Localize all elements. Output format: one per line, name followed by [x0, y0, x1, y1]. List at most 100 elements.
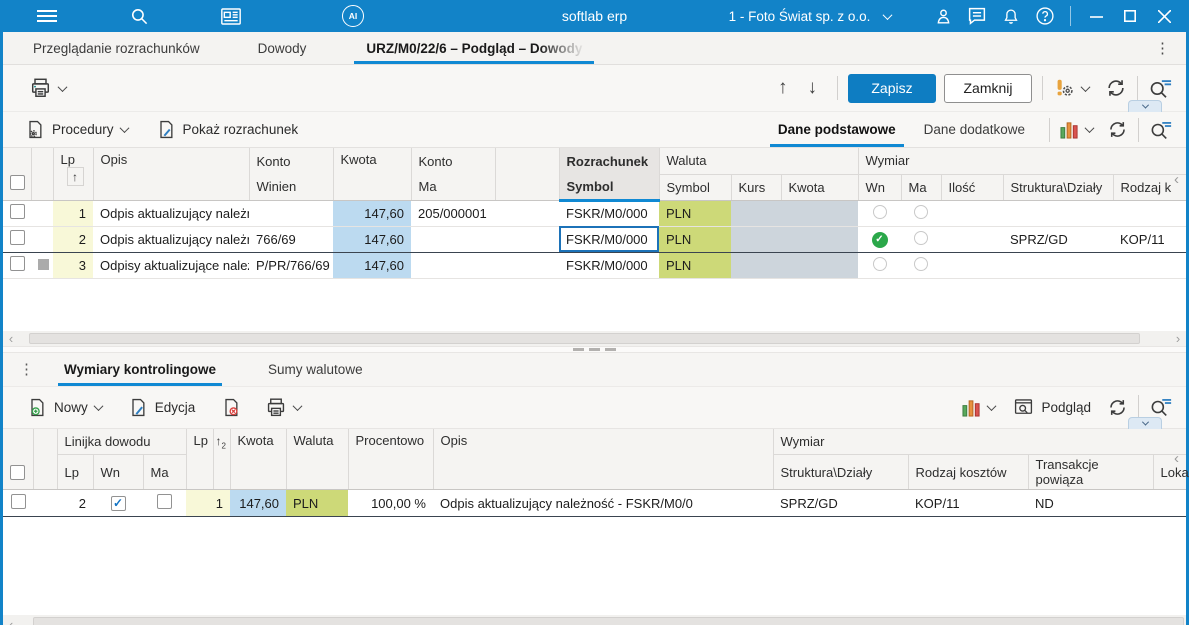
rodzaj-cell[interactable]: KOP/11	[1113, 225, 1186, 253]
row-checkbox-cell[interactable]	[3, 200, 31, 227]
col-header-rozrachunek-symbol[interactable]: Symbol	[558, 174, 659, 202]
struktura-cell[interactable]: SPRZ/GD	[773, 489, 908, 517]
linijka-wn-cell[interactable]: ✓	[93, 489, 143, 517]
procedure-settings-button[interactable]	[1053, 77, 1091, 99]
rodzaj-cell[interactable]	[1113, 200, 1186, 227]
ma-cell[interactable]	[901, 200, 941, 227]
col-header-wn[interactable]: Wn	[857, 174, 901, 201]
dimensions-hscrollbar[interactable]: ‹	[3, 615, 1186, 625]
col-header-waluta[interactable]: Waluta	[285, 428, 348, 490]
move-down-button[interactable]: ↓	[798, 77, 828, 99]
col-header-opis[interactable]: Opis	[432, 428, 773, 490]
documents-hscrollbar[interactable]: ‹ ›	[3, 330, 1186, 346]
panel-splitter-handle[interactable]	[3, 345, 1186, 353]
col-header-struktura[interactable]: Struktura\Działy	[772, 454, 908, 490]
row-checkbox-cell[interactable]	[3, 252, 31, 279]
print-button[interactable]	[29, 77, 68, 99]
search-grid-button[interactable]	[1149, 119, 1172, 141]
scroll-left-arrow[interactable]: ‹	[3, 332, 19, 345]
dimensions-kebab-menu[interactable]: ⋮	[3, 353, 48, 386]
table-row[interactable]: 1 Odpis aktualizujący należno 147,60 205…	[3, 200, 1186, 227]
table-row-selected[interactable]: 2 ✓ 1 147,60 PLN 100,00 % Odpis aktualiz…	[3, 489, 1186, 517]
lp-cell[interactable]: 3	[53, 252, 93, 279]
company-selector[interactable]: 1 - Foto Świat sp. z o.o.	[700, 9, 920, 24]
rozrachunek-cell[interactable]: FSKR/M0/000	[559, 252, 659, 279]
col-header-winien[interactable]: Winien	[248, 174, 333, 201]
search-filter-button[interactable]	[1148, 77, 1172, 100]
waluta-cell[interactable]: PLN	[659, 225, 731, 253]
preview-button[interactable]: Podgląd	[1013, 397, 1091, 417]
tabstrip-kebab-menu[interactable]: ⋮	[1149, 32, 1176, 64]
col-header-transakcje[interactable]: Transakcje powiąza	[1027, 454, 1153, 490]
toolbar-expander-button[interactable]	[1128, 416, 1162, 429]
chart-view-button[interactable]	[962, 398, 997, 417]
search-icon[interactable]	[122, 0, 156, 32]
col-header-konto-winien[interactable]: Konto	[248, 148, 333, 174]
col-header-struktura[interactable]: Struktura\Działy	[1002, 174, 1113, 201]
rodzaj-cell[interactable]	[1113, 252, 1186, 279]
wn-cell[interactable]	[858, 200, 901, 227]
col-header-opis[interactable]: Opis	[92, 148, 249, 201]
minimize-button[interactable]	[1079, 0, 1113, 32]
col-group-linijka-dowodu[interactable]: Linijka dowodu	[56, 428, 186, 455]
messages-icon[interactable]	[960, 0, 994, 32]
kurs-cell[interactable]	[731, 252, 781, 279]
waluta-kwota-cell[interactable]	[781, 252, 858, 279]
col-header-linijka-wn[interactable]: Wn	[92, 454, 143, 490]
toolbar-expander-button[interactable]	[1128, 100, 1162, 112]
col-header-kwota[interactable]: Kwota	[229, 428, 286, 490]
col-group-wymiar[interactable]: Wymiar	[772, 428, 1186, 455]
konto-ma-cell[interactable]	[411, 225, 495, 253]
rozrachunek-cell-focused[interactable]: FSKR/M0/000	[559, 225, 659, 253]
rozrachunek-cell[interactable]: FSKR/M0/000	[559, 200, 659, 227]
select-all-checkbox[interactable]	[3, 148, 31, 201]
scroll-left-arrow[interactable]: ‹	[3, 618, 19, 625]
tab-dane-dodatkowe[interactable]: Dane dodatkowe	[910, 112, 1039, 148]
tab-urz-podglad-dowody[interactable]: URZ/M0/22/6 – Podgląd – Dowody	[344, 32, 604, 64]
tab-dane-podstawowe[interactable]: Dane podstawowe	[764, 112, 910, 148]
rodzaj-cell[interactable]: KOP/11	[908, 489, 1028, 517]
konto-winien-cell[interactable]	[249, 200, 333, 227]
opis-cell[interactable]: Odpisy aktualizujące należn	[93, 252, 249, 279]
scrollbar-thumb[interactable]	[29, 332, 1140, 344]
col-header-procentowo[interactable]: Procentowo	[347, 428, 433, 490]
kwota-cell[interactable]: 147,60	[333, 200, 411, 227]
scrollbar-track[interactable]	[19, 331, 1170, 346]
print-dimensions-button[interactable]	[265, 397, 303, 418]
tab-dowody[interactable]: Dowody	[236, 32, 329, 64]
col-header-konto-ma[interactable]: Konto	[410, 148, 495, 174]
procentowo-cell[interactable]: 100,00 %	[348, 489, 433, 517]
tab-sumy-walutowe[interactable]: Sumy walutowe	[246, 353, 385, 386]
transakcje-cell[interactable]: ND	[1028, 489, 1153, 517]
waluta-cell[interactable]: PLN	[659, 200, 731, 227]
ilosc-cell[interactable]	[941, 252, 1003, 279]
kurs-cell[interactable]	[731, 225, 781, 253]
col-header-lp[interactable]: Lp	[185, 428, 213, 490]
struktura-cell[interactable]: SPRZ/GD	[1003, 225, 1113, 253]
hamburger-menu-icon[interactable]	[30, 0, 64, 32]
opis-cell[interactable]: Odpis aktualizujący należno	[93, 200, 249, 227]
col-group-wymiar[interactable]: Wymiar	[857, 148, 1186, 175]
user-icon[interactable]	[926, 0, 960, 32]
chart-view-button[interactable]	[1060, 120, 1095, 139]
notifications-bell-icon[interactable]	[994, 0, 1028, 32]
maximize-button[interactable]	[1113, 0, 1147, 32]
wn-cell[interactable]	[858, 252, 901, 279]
ai-assistant-icon[interactable]: AI	[336, 0, 370, 32]
col-header-ilosc[interactable]: Ilość	[940, 174, 1003, 201]
ma-cell[interactable]	[901, 225, 941, 253]
edit-button[interactable]: Edycja	[128, 397, 195, 418]
refresh-grid-button[interactable]	[1107, 119, 1128, 140]
lp-cell[interactable]: 1	[53, 200, 93, 227]
row-checkbox-cell[interactable]	[3, 489, 33, 517]
opis-cell[interactable]: Odpis aktualizujący należność - FSKR/M0/…	[433, 489, 773, 517]
col-header-rozrachunek[interactable]: Rozrachunek	[558, 148, 659, 174]
search-dimensions-button[interactable]	[1149, 396, 1172, 418]
opis-cell[interactable]: Odpis aktualizujący należno	[93, 225, 249, 253]
lp-cell[interactable]: 1	[186, 489, 230, 517]
help-icon[interactable]	[1028, 0, 1062, 32]
struktura-cell[interactable]	[1003, 200, 1113, 227]
header-scroll-left-icon[interactable]: ‹	[1174, 451, 1179, 466]
kurs-cell[interactable]	[731, 200, 781, 227]
konto-ma-cell[interactable]	[411, 252, 495, 279]
